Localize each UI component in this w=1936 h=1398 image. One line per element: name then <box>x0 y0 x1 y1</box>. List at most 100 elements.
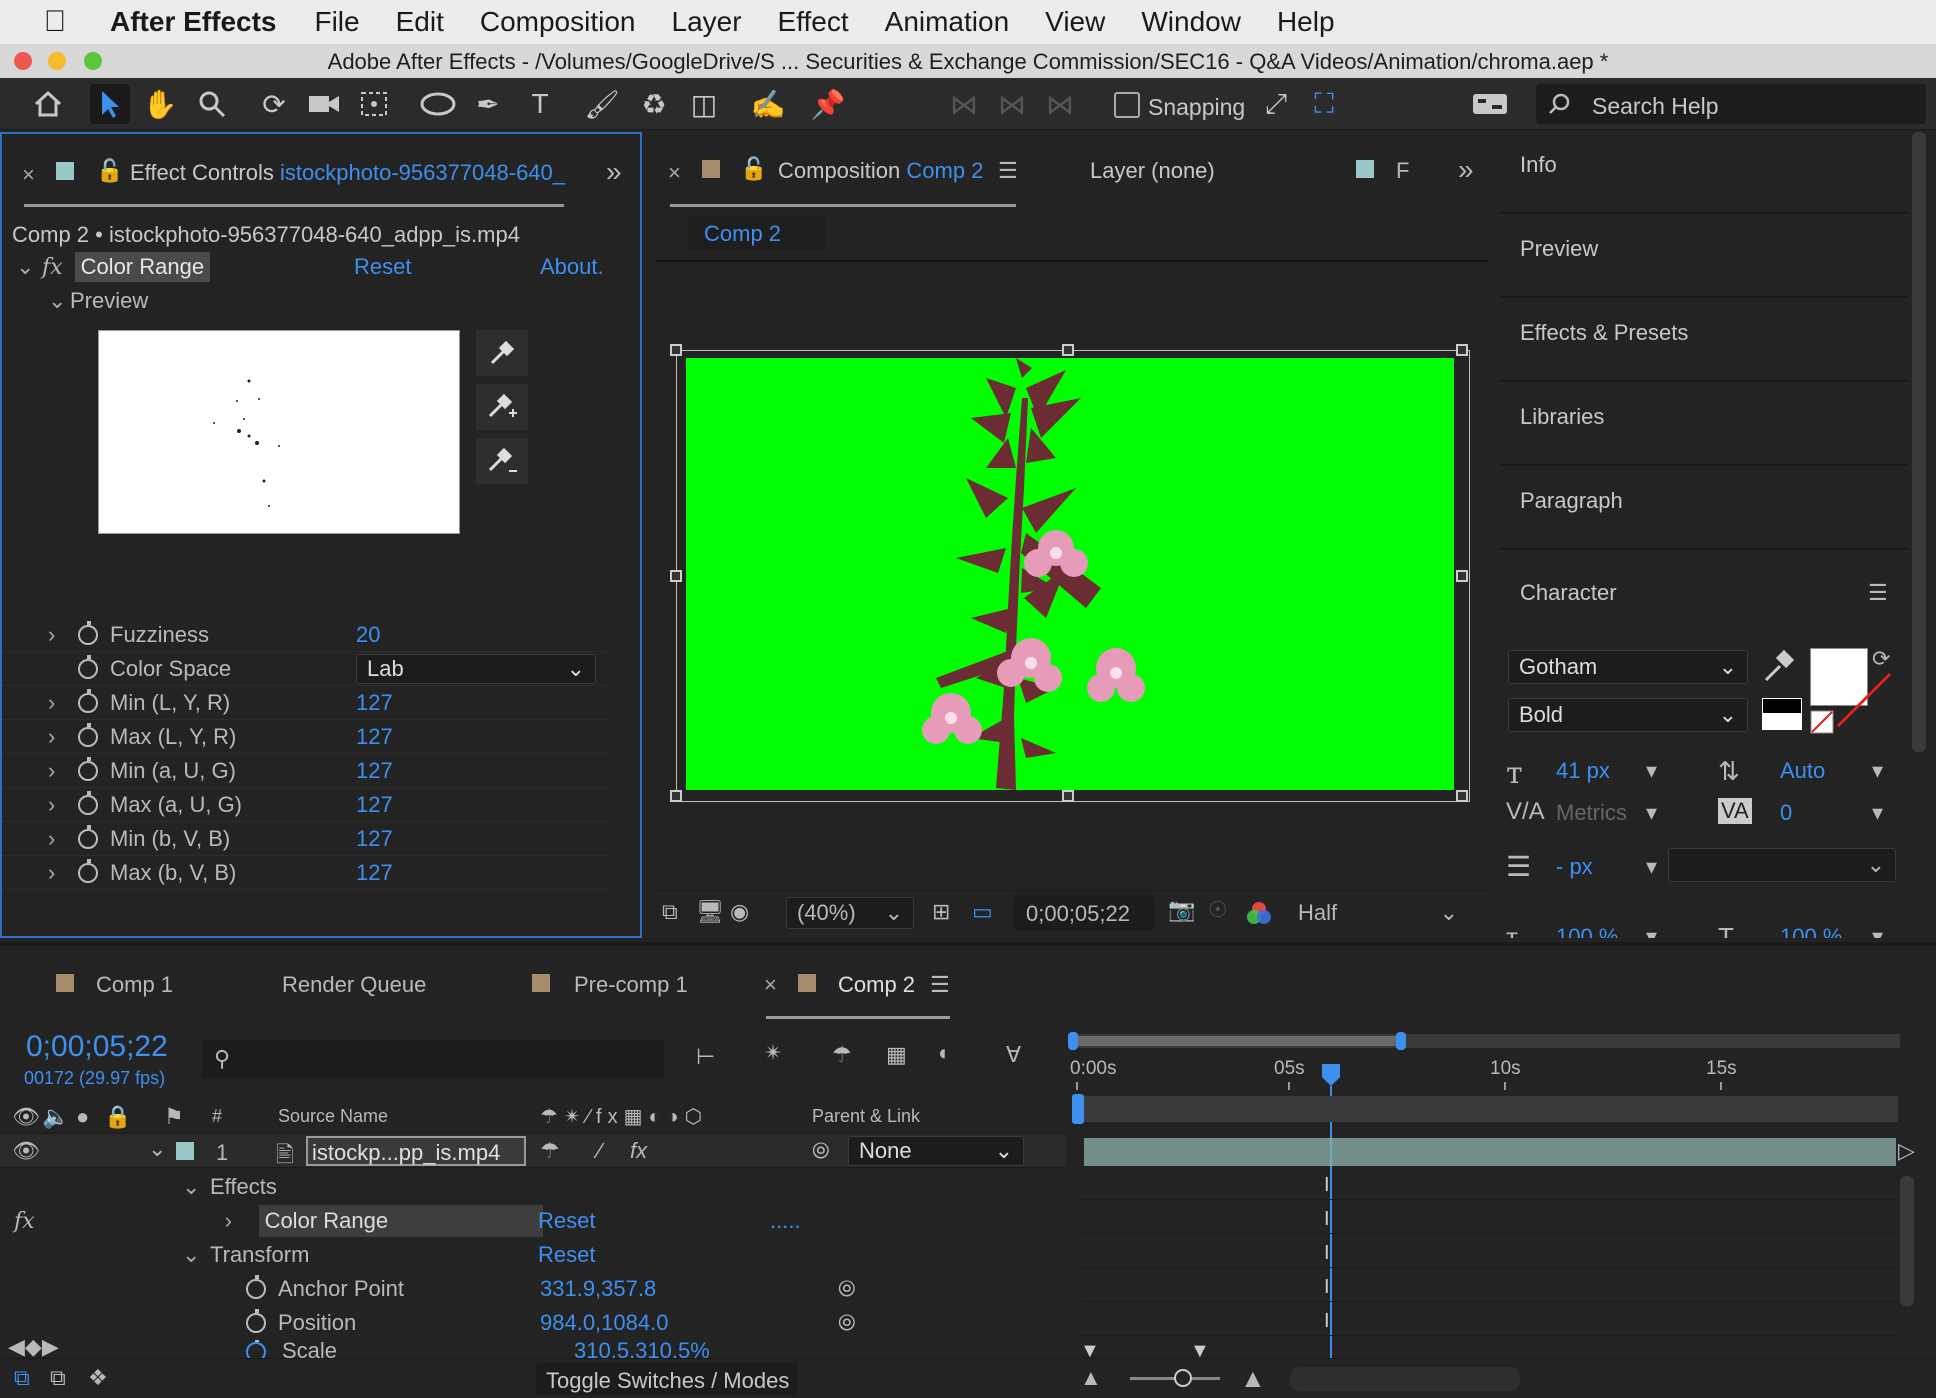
frame-blending-icon[interactable]: ▦ <box>886 1042 907 1068</box>
chevron-down-icon[interactable]: ▾ <box>1872 758 1883 784</box>
scale-value[interactable]: 310.5,310.5% <box>574 1340 710 1358</box>
eyedropper-icon[interactable] <box>476 330 528 376</box>
white-swatch[interactable] <box>1762 714 1802 730</box>
world-axis-icon[interactable]: ⋈ <box>992 84 1032 124</box>
leading-value[interactable]: Auto <box>1780 758 1825 784</box>
tab-render-queue[interactable]: Render Queue <box>282 972 426 998</box>
transform-handle[interactable] <box>1456 570 1468 582</box>
video-toggle-icon[interactable]: 👁 <box>12 1104 40 1130</box>
layer-name[interactable]: istockp...pp_is.mp4 <box>306 1136 526 1166</box>
kerning-value[interactable]: Metrics <box>1556 800 1627 826</box>
home-icon[interactable] <box>28 84 68 124</box>
effect-row[interactable]: fx › Color Range Reset ..... <box>0 1204 1066 1238</box>
mask-visibility-icon[interactable]: ◉ <box>730 899 749 925</box>
transfer-controls-icon[interactable]: ⧉ <box>50 1365 66 1391</box>
menu-edit[interactable]: Edit <box>396 6 444 38</box>
panel-overflow-icon[interactable]: » <box>1458 154 1474 186</box>
timeline-effect-name[interactable]: Color Range <box>258 1205 543 1237</box>
layer-label-color[interactable] <box>176 1142 194 1160</box>
scale-row[interactable]: ◀◆▶ Scale 310.5,310.5% <box>0 1340 1066 1358</box>
stopwatch-icon[interactable] <box>78 620 98 645</box>
comp-viewer[interactable] <box>666 344 1470 802</box>
font-size-value[interactable]: 41 px <box>1556 758 1610 784</box>
label-tag-icon[interactable]: ⚑ <box>164 1104 184 1130</box>
menu-effect[interactable]: Effect <box>778 6 849 38</box>
current-time-display[interactable]: 0;00;05;22 <box>1014 895 1154 931</box>
expand-chevron-icon[interactable]: › <box>48 860 66 886</box>
timeline-scrollbar[interactable] <box>1900 1176 1914 1306</box>
chevron-down-icon[interactable]: ▾ <box>1646 924 1657 938</box>
workspace-icon[interactable] <box>1470 84 1510 124</box>
roto-brush-tool-icon[interactable]: ✍ <box>748 84 788 124</box>
time-ruler[interactable]: 0:00s 05s 10s 15s <box>1070 1056 1900 1092</box>
snap-options-icon[interactable]: ⤢ <box>1256 84 1296 124</box>
timeline-current-time[interactable]: 0;00;05;22 <box>26 1030 168 1064</box>
transform-handle[interactable] <box>670 344 682 356</box>
apple-icon[interactable]:  <box>0 5 110 39</box>
solo-toggle-icon[interactable]: ● <box>76 1104 89 1130</box>
position-value[interactable]: 984.0,1084.0 <box>540 1310 668 1336</box>
clone-stamp-tool-icon[interactable]: ♻ <box>634 84 674 124</box>
timeline-search-input[interactable]: ⚲ <box>202 1040 664 1078</box>
tab-pre-comp-1[interactable]: Pre-comp 1 <box>574 972 688 998</box>
info-panel-header[interactable]: Info <box>1500 132 1908 214</box>
zoom-tool-icon[interactable] <box>192 84 232 124</box>
camera-tool-icon[interactable] <box>304 84 344 124</box>
menu-file[interactable]: File <box>314 6 359 38</box>
color-channels-icon[interactable] <box>1246 901 1272 930</box>
chevron-down-icon[interactable]: ▾ <box>1872 924 1883 938</box>
stopwatch-icon[interactable] <box>78 824 98 849</box>
effect-name[interactable]: Color Range <box>74 252 211 282</box>
safe-margins-icon[interactable]: ⊞ <box>932 899 950 925</box>
view-axis-icon[interactable]: ⋈ <box>1040 84 1080 124</box>
effect-property-row[interactable]: › Max (L, Y, R) 127 <box>2 720 608 754</box>
black-swatch[interactable] <box>1762 698 1802 714</box>
tracking-value[interactable]: 0 <box>1780 800 1792 826</box>
type-tool-icon[interactable]: T <box>520 84 560 124</box>
chevron-down-icon[interactable]: ▾ <box>1872 800 1883 826</box>
zoom-in-icon[interactable]: ▲ <box>1240 1363 1266 1394</box>
right-scrollbar[interactable] <box>1912 132 1926 752</box>
anchor-point-value[interactable]: 331.9,357.8 <box>540 1276 656 1302</box>
close-tab-icon[interactable]: × <box>668 160 681 186</box>
transform-group-row[interactable]: ⌄ Transform Reset <box>0 1238 1066 1272</box>
position-row[interactable]: Position 984.0,1084.0 ⦾ <box>0 1306 1066 1340</box>
shy-layers-icon[interactable]: ☂ <box>832 1042 852 1068</box>
color-space-dropdown[interactable]: Lab ⌄ <box>356 653 596 684</box>
eyedropper-minus-icon[interactable] <box>476 438 528 484</box>
tab-comp-2[interactable]: Comp 2 <box>838 972 915 998</box>
layer-switches-icon[interactable]: ⧉ <box>14 1365 30 1391</box>
effect-reset-link[interactable]: Reset <box>538 1208 595 1234</box>
toggle-switches-modes-button[interactable]: Toggle Switches / Modes <box>536 1363 798 1395</box>
expand-chevron-icon[interactable]: › <box>48 724 66 750</box>
resolution-dropdown[interactable]: Half ⌄ <box>1288 897 1468 929</box>
transform-handle[interactable] <box>1062 344 1074 356</box>
zoom-dropdown[interactable]: (40%) ⌄ <box>786 897 914 929</box>
chevron-down-icon[interactable]: ▾ <box>1646 854 1657 880</box>
snapshot-icon[interactable]: 📷 <box>1168 897 1195 923</box>
audio-toggle-icon[interactable]: 🔈 <box>42 1104 69 1130</box>
effect-switch-icon[interactable]: fx <box>630 1138 647 1164</box>
effect-property-row[interactable]: › Min (b, V, B) 127 <box>2 822 608 856</box>
eraser-tool-icon[interactable]: ◫ <box>684 84 724 124</box>
selection-tool-icon[interactable] <box>90 84 130 124</box>
brush-tool-icon[interactable]: 🖌 <box>582 84 622 124</box>
reset-link[interactable]: Reset <box>354 254 411 280</box>
comp-panel-menu-icon[interactable]: ☰ <box>998 158 1018 184</box>
effect-property-row[interactable]: Color Space Lab ⌄ <box>2 652 608 686</box>
close-tab-icon[interactable]: × <box>22 162 35 188</box>
monitor-icon[interactable]: 🖥 <box>696 899 724 925</box>
anchor-point-row[interactable]: Anchor Point 331.9,357.8 ⦾ <box>0 1272 1066 1306</box>
pan-behind-tool-icon[interactable] <box>354 84 394 124</box>
property-value[interactable]: 127 <box>356 758 393 784</box>
expression-pick-whip-icon[interactable]: ⦾ <box>838 1276 856 1302</box>
draft-3d-icon[interactable]: ✴ <box>764 1040 782 1066</box>
lock-icon[interactable]: 🔓 <box>740 156 767 182</box>
effect-controls-tab[interactable]: Effect Controls istockphoto-956377048-64… <box>130 160 565 186</box>
effect-property-row[interactable]: › Fuzziness 20 <box>2 618 608 652</box>
libraries-panel-header[interactable]: Libraries <box>1500 384 1908 466</box>
transform-handle[interactable] <box>670 570 682 582</box>
expression-pick-whip-icon[interactable]: ⦾ <box>838 1310 856 1336</box>
work-area-bar[interactable] <box>1068 1032 1900 1050</box>
property-value[interactable]: 20 <box>356 622 380 648</box>
